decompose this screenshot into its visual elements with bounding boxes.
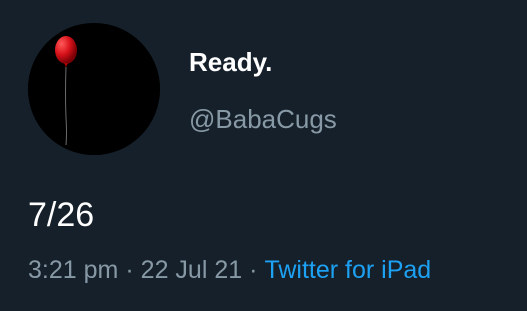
red-balloon-icon [28,23,160,155]
separator: · [125,256,134,284]
tweet-meta: 3:21 pm · 22 Jul 21 · Twitter for iPad [28,255,431,285]
display-name[interactable]: Ready. [189,47,272,77]
user-handle[interactable]: @BabaCugs [189,104,337,134]
tweet-text: 7/26 [28,196,95,234]
separator: · [249,256,258,284]
tweet-date[interactable]: 22 Jul 21 [141,256,242,284]
tweet-card: Ready. @BabaCugs 7/26 3:21 pm · 22 Jul 21 ·… [0,0,527,311]
avatar[interactable] [28,23,160,155]
tweet-time[interactable]: 3:21 pm [28,256,118,284]
tweet-source-link[interactable]: Twitter for iPad [264,256,431,284]
